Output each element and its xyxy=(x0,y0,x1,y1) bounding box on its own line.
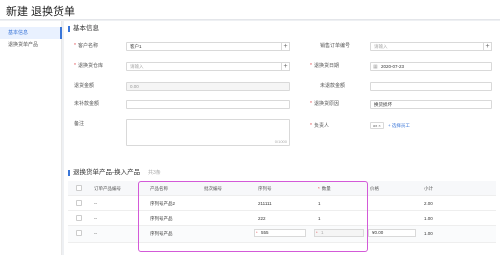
col-qty-text: 数量 xyxy=(321,186,331,191)
section-title-basic-text: 基本信息 xyxy=(73,25,99,32)
cell-name: 序列号产品 xyxy=(150,216,173,221)
sales-order-label: 销售订单编号 xyxy=(320,43,351,49)
sales-order-field[interactable]: 请输入 + xyxy=(370,42,492,51)
customer-field-value: 客户1 xyxy=(130,44,142,49)
cell-name: 序列号产品2 xyxy=(150,201,176,206)
required-mark: * xyxy=(256,230,258,235)
customer-label-text: 客户名称 xyxy=(77,43,98,49)
uninvoiced-label: 未补款金额 xyxy=(74,101,100,107)
amount-field: 0.00 xyxy=(126,82,290,91)
col-subtotal: 小计 xyxy=(424,186,433,191)
serial-input-value: 555 xyxy=(261,230,269,235)
remark-textarea[interactable]: 0/1000 xyxy=(126,119,290,146)
table-row: -- 序列号产品 * 555 * 1 ¥0.00 1.00 xyxy=(68,226,496,243)
serial-input[interactable]: * 555 xyxy=(254,229,306,237)
sidebar-item-products[interactable]: 退换货单产品 xyxy=(0,39,62,51)
reason-label: * 退换货原因 xyxy=(310,100,339,109)
date-field[interactable]: ▦ 2020-07-23 xyxy=(370,62,492,71)
remark-counter: 0/1000 xyxy=(274,139,287,144)
col-serial: 序列号 xyxy=(258,186,272,191)
section-count: 共3条 xyxy=(147,170,161,176)
cell-order-no: -- xyxy=(94,201,97,206)
owner-label: * 负责人 xyxy=(310,122,329,131)
uninvoiced-field[interactable] xyxy=(126,100,290,109)
required-mark: * xyxy=(310,123,312,129)
cell-subtotal: 1.00 xyxy=(424,231,433,236)
section-title-products: 退换货单产品-换入产品 共3条 xyxy=(68,167,161,179)
required-mark: * xyxy=(318,186,320,191)
date-label: * 退换货日期 xyxy=(310,62,339,71)
section-title-basic: 基本信息 xyxy=(68,23,99,35)
date-label-text: 退换货日期 xyxy=(313,63,339,69)
sidebar-item-basic-info[interactable]: 基本信息 xyxy=(0,27,62,39)
owner-label-text: 负责人 xyxy=(313,123,329,129)
cell-serial: 211111 xyxy=(258,201,272,206)
table-row: -- 序列号产品2 211111 1 2.00 xyxy=(68,196,496,211)
sales-order-add-button[interactable]: + xyxy=(483,42,492,51)
warehouse-placeholder: 请输入 xyxy=(130,64,144,69)
amount-label: 退货金额 xyxy=(74,83,95,89)
warehouse-label: * 退换货仓库 xyxy=(74,62,103,71)
price-input[interactable]: ¥0.00 xyxy=(368,229,416,237)
remark-label: 备注 xyxy=(74,121,85,127)
qty-input[interactable]: * 1 xyxy=(314,229,364,237)
warehouse-label-text: 退换货仓库 xyxy=(77,63,103,69)
col-price: 价格 xyxy=(370,186,379,191)
warehouse-add-button[interactable]: + xyxy=(281,62,290,71)
select-employee-link[interactable]: + 选择员工 xyxy=(388,123,410,128)
owner-tag-text: ox xyxy=(373,123,378,128)
select-all-checkbox[interactable] xyxy=(76,185,82,191)
required-mark: * xyxy=(310,63,312,69)
date-field-value: 2020-07-23 xyxy=(381,64,405,69)
col-qty: * 数量 xyxy=(318,181,331,196)
cell-subtotal: 1.00 xyxy=(424,216,433,221)
top-bar: 新建 退换货单 xyxy=(0,0,500,20)
customer-add-button[interactable]: + xyxy=(281,42,290,51)
reason-field[interactable]: 换货损坏 xyxy=(370,100,492,109)
required-mark: * xyxy=(316,230,318,235)
table-row: -- 序列号产品 222 1 1.00 xyxy=(68,211,496,226)
warehouse-field[interactable]: 请输入 + xyxy=(126,62,290,71)
row-checkbox[interactable] xyxy=(76,230,82,236)
cell-qty: 1 xyxy=(318,216,321,221)
col-name: 产品名称 xyxy=(150,186,168,191)
sidebar: 基本信息 退换货单产品 xyxy=(0,21,62,255)
cell-order-no: -- xyxy=(94,216,97,221)
col-order-no: 订单产品编号 xyxy=(94,186,121,191)
owner-tag[interactable]: ox × xyxy=(370,122,384,129)
qty-input-value: 1 xyxy=(321,230,324,235)
col-batch: 批次编号 xyxy=(204,186,222,191)
cell-order-no: -- xyxy=(94,231,97,236)
cell-qty: 1 xyxy=(318,201,321,206)
unreceived-field[interactable] xyxy=(370,82,492,91)
cell-name: 序列号产品 xyxy=(150,231,173,236)
customer-label: * 客户名称 xyxy=(74,42,98,51)
required-mark: * xyxy=(310,101,312,107)
row-checkbox[interactable] xyxy=(76,200,82,206)
calendar-icon: ▦ xyxy=(373,64,378,70)
owner-select[interactable]: ox × + 选择员工 xyxy=(370,121,410,130)
page-title: 新建 退换货单 xyxy=(6,6,76,18)
row-checkbox[interactable] xyxy=(76,215,82,221)
required-mark: * xyxy=(74,63,76,69)
cell-serial: 222 xyxy=(258,216,266,221)
unreceived-label: 未退款金额 xyxy=(320,83,346,89)
cell-subtotal: 2.00 xyxy=(424,201,433,206)
table-header: 订单产品编号 产品名称 批次编号 序列号 * 数量 价格 小计 xyxy=(68,181,496,196)
sales-order-placeholder: 请输入 xyxy=(374,44,388,49)
section-title-products-text: 退换货单产品-换入产品 xyxy=(73,169,141,176)
customer-field[interactable]: 客户1 + xyxy=(126,42,290,51)
required-mark: * xyxy=(74,43,76,49)
reason-label-text: 退换货原因 xyxy=(313,101,339,107)
